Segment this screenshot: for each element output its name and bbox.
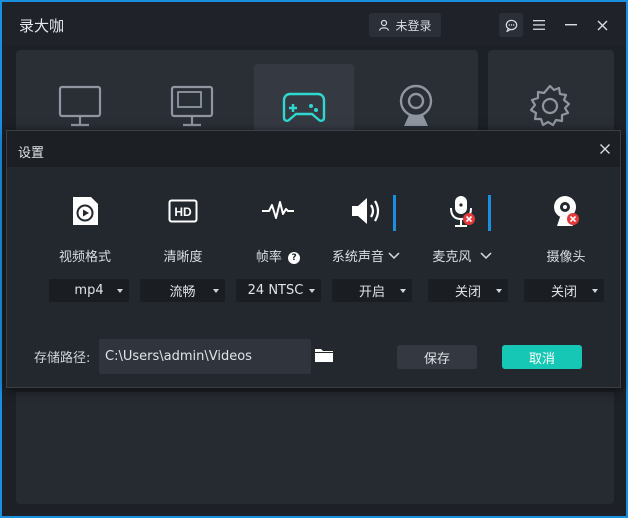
settings-gear-icon [529, 84, 571, 127]
menu-button[interactable] [527, 13, 551, 37]
video-format-select[interactable]: mp4 [49, 279, 129, 302]
storage-path-label: 存储路径: [34, 351, 91, 366]
settings-dialog: 设置 视频格式 mp4 HD 清晰度 流畅 帧率 ? 24 NTSC 系统声音 … [6, 130, 621, 388]
login-label: 未登录 [395, 18, 432, 33]
mode-region[interactable] [142, 64, 242, 140]
chevron-down-icon [592, 289, 598, 293]
video-format-label: 视频格式 [58, 250, 111, 265]
microphone-value: 关闭 [454, 285, 481, 300]
system-sound-value: 开启 [358, 285, 385, 300]
microphone-select[interactable]: 关闭 [428, 279, 508, 302]
webcam-icon [399, 84, 433, 126]
microphone-text: 麦克风 [432, 250, 472, 265]
capture-mode-panel [16, 50, 478, 140]
content-area [16, 392, 614, 504]
close-window-button[interactable] [590, 13, 614, 37]
mode-settings[interactable] [500, 64, 600, 140]
camera-label: 摄像头 [546, 250, 586, 265]
cancel-button[interactable]: 取消 [502, 345, 582, 369]
close-icon [597, 20, 607, 30]
full-screen-icon [58, 85, 102, 127]
chat-bubble-icon [505, 19, 517, 32]
video-format-value: mp4 [74, 283, 104, 298]
chevron-down-icon [309, 289, 315, 293]
chevron-down-icon[interactable] [480, 252, 492, 260]
microphone-label: 麦克风 [417, 246, 507, 265]
hamburger-icon [533, 20, 545, 30]
login-button[interactable]: 未登录 [369, 13, 441, 37]
title-bar: 录大咖 未登录 [2, 2, 626, 46]
clarity-label: 清晰度 [163, 250, 203, 265]
close-icon[interactable] [599, 143, 611, 155]
chevron-down-icon [213, 289, 219, 293]
dialog-header: 设置 [7, 131, 620, 167]
chevron-down-icon [496, 289, 502, 293]
chevron-down-icon [117, 289, 123, 293]
settings-panel [488, 50, 614, 140]
system-sound-level-bar[interactable] [393, 195, 396, 231]
chevron-down-icon[interactable] [388, 252, 400, 260]
feedback-button[interactable] [499, 13, 523, 37]
help-icon[interactable]: ? [288, 252, 301, 264]
minimize-button[interactable] [559, 13, 583, 37]
minimize-icon [565, 24, 577, 26]
mode-game[interactable] [254, 64, 354, 140]
mode-full-screen[interactable] [30, 64, 130, 140]
svg-text:HD: HD [174, 205, 192, 219]
mode-webcam[interactable] [366, 64, 466, 140]
clarity-value: 流畅 [169, 285, 196, 300]
system-sound-level-fill [393, 195, 396, 231]
storage-path-input[interactable]: C:\Users\admin\Videos [99, 339, 311, 374]
microphone-level-fill [488, 195, 491, 231]
speaker-icon [321, 191, 411, 231]
camera-muted-icon [521, 191, 611, 231]
folder-icon[interactable] [315, 348, 333, 362]
system-sound-text: 系统声音 [331, 250, 384, 265]
dialog-title: 设置 [18, 146, 45, 161]
frame-rate-value: 24 NTSC [247, 283, 304, 298]
save-button[interactable]: 保存 [397, 345, 477, 369]
system-sound-label: 系统声音 [321, 246, 411, 265]
clarity-select[interactable]: 流畅 [140, 279, 225, 302]
hd-icon: HD [138, 191, 228, 231]
system-sound-select[interactable]: 开启 [332, 279, 412, 302]
frame-rate-select[interactable]: 24 NTSC [236, 279, 321, 302]
camera-select[interactable]: 关闭 [524, 279, 604, 302]
frame-rate-label: 帧率 ? [233, 246, 323, 265]
chevron-down-icon [400, 289, 406, 293]
video-format-icon [40, 191, 130, 231]
app-title: 录大咖 [19, 17, 65, 35]
microphone-muted-icon [417, 191, 507, 231]
microphone-level-bar[interactable] [488, 195, 491, 231]
camera-value: 关闭 [550, 285, 577, 300]
user-icon [379, 19, 390, 31]
waveform-icon [233, 191, 323, 231]
game-icon [282, 92, 326, 122]
region-icon [170, 85, 214, 127]
frame-rate-text: 帧率 [255, 250, 282, 265]
